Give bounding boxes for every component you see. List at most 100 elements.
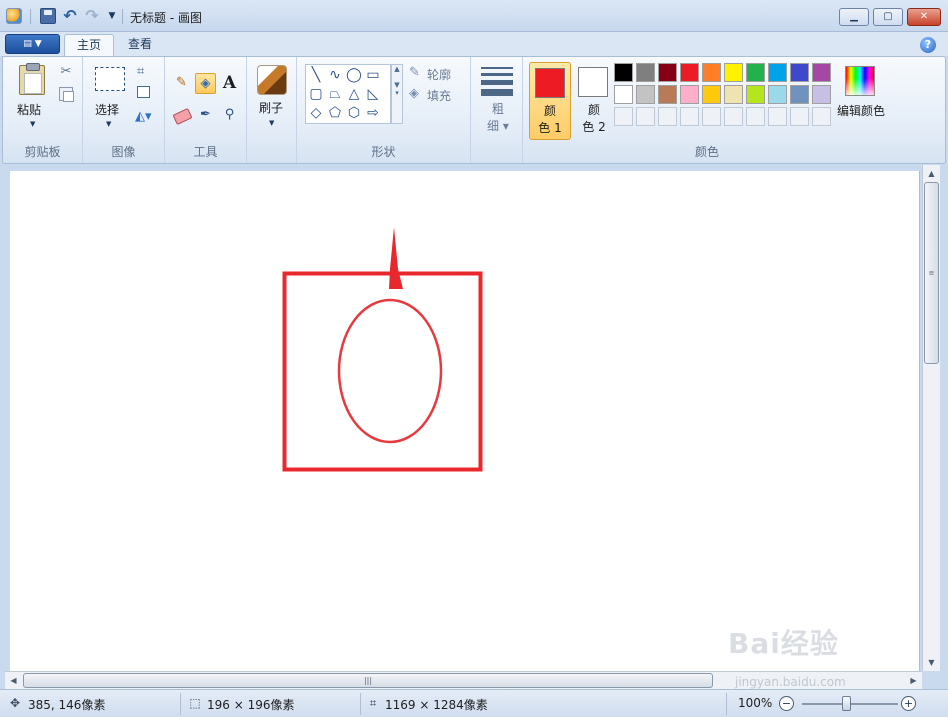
- palette-swatch[interactable]: [812, 85, 831, 104]
- palette-swatch[interactable]: [614, 85, 633, 104]
- palette-swatch[interactable]: [658, 85, 677, 104]
- scroll-right-icon[interactable]: ▶: [905, 672, 922, 689]
- ribbon-tabs: ▤ ▼ 主页 查看 ?: [0, 32, 948, 56]
- polygon-shape-icon[interactable]: ⏢: [326, 85, 344, 103]
- color1-button[interactable]: 颜 色 1: [529, 62, 571, 140]
- paste-icon[interactable]: [19, 63, 45, 95]
- palette-swatch[interactable]: [702, 85, 721, 104]
- paint-app-icon[interactable]: [6, 8, 22, 24]
- palette-empty-swatch[interactable]: [768, 107, 787, 126]
- redo-icon[interactable]: ↷: [84, 8, 100, 24]
- select-icon[interactable]: [95, 67, 125, 91]
- shapes-group-label: 形状: [371, 145, 396, 159]
- palette-empty-swatch[interactable]: [658, 107, 677, 126]
- diamond-shape-icon[interactable]: ◇: [307, 104, 325, 122]
- zoom-slider-thumb[interactable]: [842, 696, 851, 711]
- scroll-down-icon[interactable]: ▼: [923, 654, 940, 671]
- palette-empty-swatch[interactable]: [724, 107, 743, 126]
- palette-swatch[interactable]: [702, 63, 721, 82]
- scroll-left-icon[interactable]: ◀: [5, 672, 22, 689]
- palette-swatch[interactable]: [790, 85, 809, 104]
- palette-swatch[interactable]: [724, 63, 743, 82]
- paint-menu-button[interactable]: ▤ ▼: [5, 34, 60, 54]
- copy-icon[interactable]: [59, 87, 74, 102]
- paste-dropdown-icon[interactable]: ▼: [30, 120, 35, 128]
- rectangle-shape-icon[interactable]: ▭: [364, 66, 382, 84]
- right-triangle-shape-icon[interactable]: ◺: [364, 85, 382, 103]
- palette-swatch[interactable]: [768, 63, 787, 82]
- minimize-button[interactable]: ▁: [839, 8, 869, 26]
- scroll-up-icon[interactable]: ▲: [923, 165, 940, 182]
- arrow-shape-icon[interactable]: ⇨: [364, 104, 382, 122]
- rotate-icon[interactable]: ◭▾: [135, 109, 152, 124]
- zoom-in-button[interactable]: +: [901, 696, 916, 711]
- status-separator: [360, 693, 361, 715]
- hexagon-shape-icon[interactable]: ⬡: [345, 104, 363, 122]
- tab-home[interactable]: 主页: [64, 34, 115, 56]
- curve-shape-icon[interactable]: ∿: [326, 66, 344, 84]
- color2-button[interactable]: 颜 色 2: [573, 62, 615, 140]
- palette-swatch[interactable]: [680, 63, 699, 82]
- magnifier-icon[interactable]: ⚲: [219, 105, 240, 126]
- vertical-scroll-thumb[interactable]: ≡: [924, 182, 939, 364]
- size-label[interactable]: 粗 细 ▾: [487, 101, 509, 135]
- brush-icon[interactable]: [257, 65, 287, 95]
- outline-label[interactable]: 轮廓: [427, 66, 451, 83]
- palette-empty-swatch[interactable]: [812, 107, 831, 126]
- pentagon-shape-icon[interactable]: ⬠: [326, 104, 344, 122]
- select-label[interactable]: 选择: [95, 101, 119, 118]
- palette-empty-swatch[interactable]: [790, 107, 809, 126]
- brush-label[interactable]: 刷子: [259, 99, 283, 116]
- fill-shape-label[interactable]: 填充: [427, 87, 451, 104]
- resize-icon[interactable]: [137, 86, 150, 98]
- palette-swatch[interactable]: [790, 63, 809, 82]
- palette-swatch[interactable]: [614, 63, 633, 82]
- palette-swatch[interactable]: [812, 63, 831, 82]
- palette-empty-swatch[interactable]: [746, 107, 765, 126]
- watermark-url: jingyan.baidu.com: [735, 675, 846, 689]
- oval-shape-icon[interactable]: ◯: [345, 66, 363, 84]
- drawing-canvas[interactable]: [10, 171, 920, 671]
- select-dropdown-icon[interactable]: ▼: [106, 120, 111, 128]
- outline-icon[interactable]: ✎: [409, 65, 425, 81]
- maximize-button[interactable]: ▢: [873, 8, 903, 26]
- brush-dropdown-icon[interactable]: ▼: [269, 119, 274, 127]
- palette-empty-swatch[interactable]: [680, 107, 699, 126]
- customize-quick-access-icon[interactable]: ▼: [104, 8, 120, 24]
- save-icon[interactable]: [40, 8, 56, 24]
- fill-bucket-icon[interactable]: ◈: [195, 73, 216, 94]
- palette-empty-swatch[interactable]: [702, 107, 721, 126]
- fill-shape-icon[interactable]: ◈: [409, 86, 425, 102]
- drawn-ellipse: [337, 298, 443, 444]
- line-size-icon[interactable]: [481, 67, 513, 100]
- vertical-scrollbar[interactable]: ▲ ≡ ▼: [922, 165, 940, 671]
- cut-icon[interactable]: ✂: [59, 65, 73, 79]
- rounded-rectangle-shape-icon[interactable]: ▢: [307, 85, 325, 103]
- palette-swatch[interactable]: [658, 63, 677, 82]
- text-tool-icon[interactable]: A: [219, 73, 240, 94]
- horizontal-scroll-thumb[interactable]: |||: [23, 673, 713, 688]
- palette-swatch[interactable]: [680, 85, 699, 104]
- tab-view[interactable]: 查看: [116, 34, 164, 56]
- undo-icon[interactable]: ↶: [62, 8, 78, 24]
- crop-icon[interactable]: ⌗: [137, 64, 144, 79]
- zoom-out-button[interactable]: −: [779, 696, 794, 711]
- pencil-icon[interactable]: ✎: [171, 73, 192, 94]
- shapes-scroll[interactable]: ▲ ▼ ▾: [391, 64, 403, 124]
- palette-empty-swatch[interactable]: [614, 107, 633, 126]
- color-picker-icon[interactable]: ✒: [195, 105, 216, 126]
- triangle-shape-icon[interactable]: △: [345, 85, 363, 103]
- edit-colors-button[interactable]: 编辑颜色: [836, 62, 886, 140]
- help-icon[interactable]: ?: [920, 37, 936, 53]
- paste-label[interactable]: 粘贴: [17, 101, 41, 118]
- close-button[interactable]: ✕: [907, 8, 941, 26]
- line-shape-icon[interactable]: ╲: [307, 66, 325, 84]
- palette-swatch[interactable]: [768, 85, 787, 104]
- palette-swatch[interactable]: [636, 63, 655, 82]
- palette-swatch[interactable]: [746, 85, 765, 104]
- eraser-icon[interactable]: [171, 105, 192, 126]
- palette-empty-swatch[interactable]: [636, 107, 655, 126]
- palette-swatch[interactable]: [724, 85, 743, 104]
- palette-swatch[interactable]: [746, 63, 765, 82]
- palette-swatch[interactable]: [636, 85, 655, 104]
